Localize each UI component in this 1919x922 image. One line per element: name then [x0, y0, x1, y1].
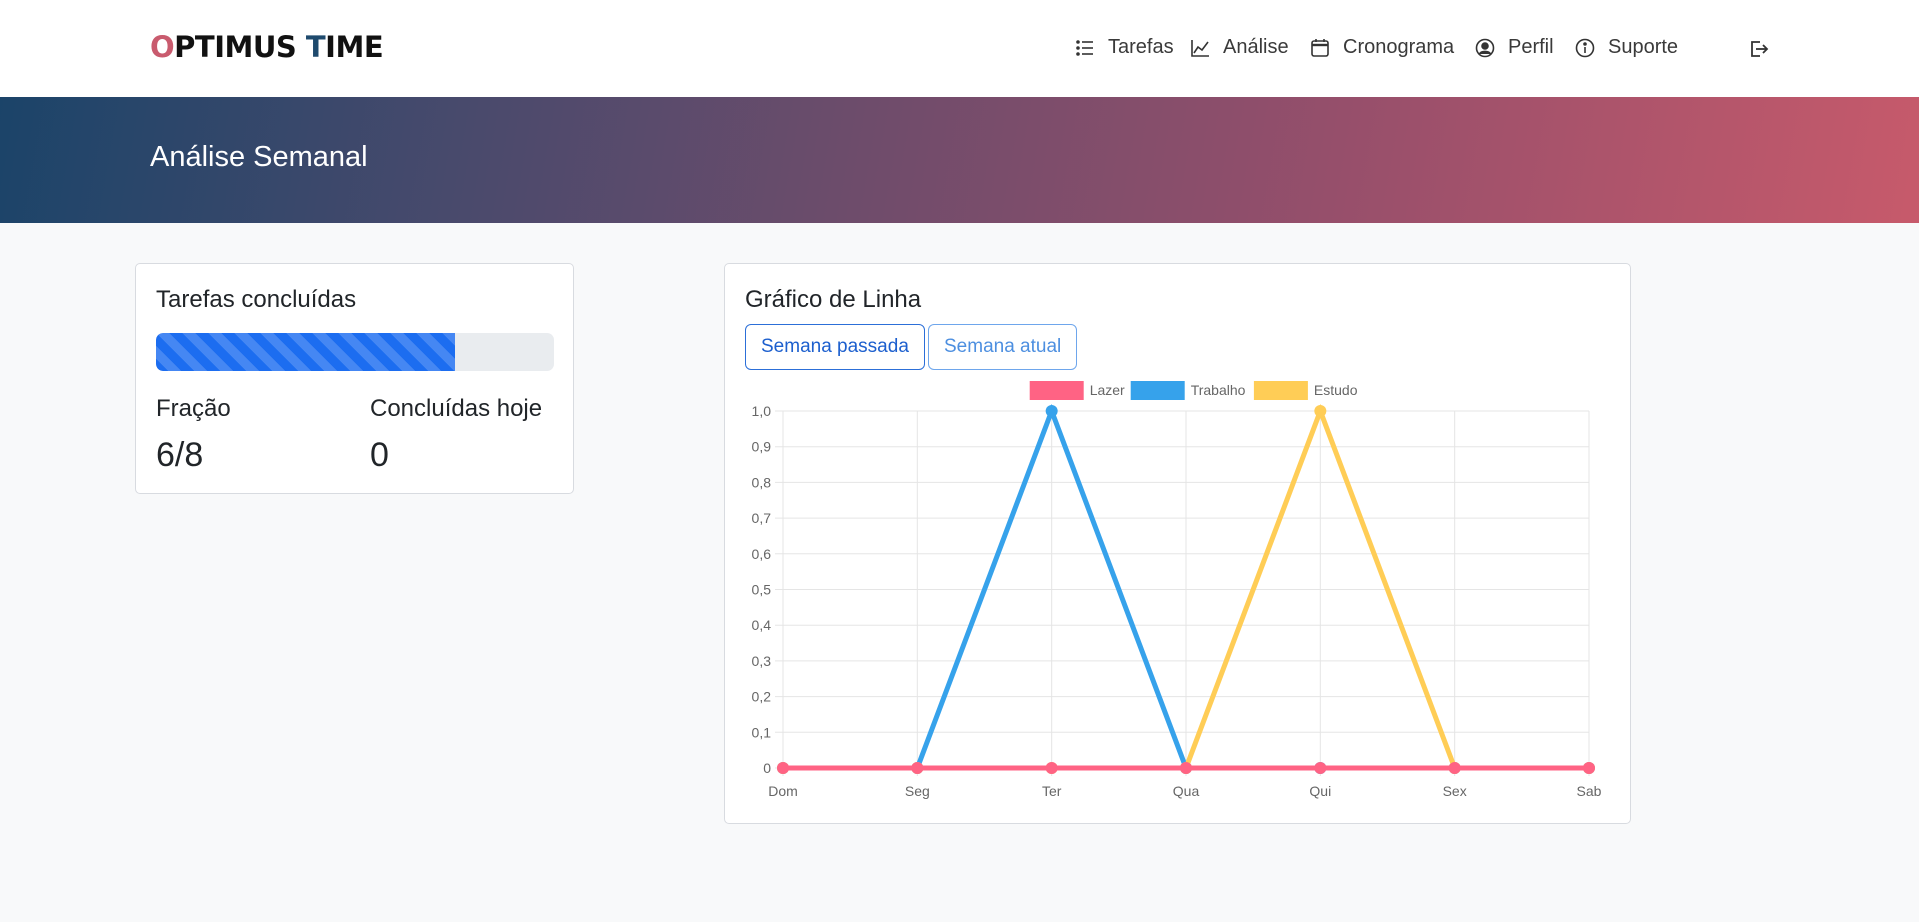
data-point-lazer	[1180, 762, 1192, 774]
y-tick-label: 0,8	[752, 474, 772, 490]
data-point-lazer	[777, 762, 789, 774]
data-point-lazer	[911, 762, 924, 774]
nav-label-perfil: Perfil	[1508, 36, 1554, 58]
completed-today-label: Concluídas hoje	[370, 395, 543, 422]
page-title: Análise Semanal	[150, 141, 368, 173]
hero-banner: Análise Semanal	[0, 97, 1919, 223]
progress-bar	[156, 333, 455, 371]
y-tick-label: 0,2	[752, 689, 772, 705]
graph-icon	[1191, 39, 1209, 57]
x-tick-label: Dom	[768, 783, 798, 799]
legend-label-trabalho: Trabalho	[1191, 382, 1246, 398]
x-tick-label: Ter	[1042, 783, 1062, 799]
fraction-value: 6/8	[156, 436, 204, 474]
y-tick-label: 0	[763, 760, 771, 776]
legend-label-estudo: Estudo	[1314, 382, 1358, 398]
y-tick-label: 0,9	[752, 439, 772, 455]
brand-text-ime: IME	[325, 30, 384, 64]
brand-letter-o: O	[150, 30, 175, 64]
completed-today-value: 0	[370, 436, 389, 474]
nav-item-perfil[interactable]: Perfil	[1475, 36, 1554, 59]
logout-icon[interactable]	[1748, 38, 1770, 60]
x-tick-label: Seg	[905, 783, 930, 799]
brand-text-optimus: PTIMUS	[174, 30, 306, 64]
data-point-estudo	[1314, 405, 1327, 417]
tasks-completed-card: Tarefas concluídas Fração 6/8 Concluídas…	[135, 263, 574, 494]
brand-letter-t: T	[305, 30, 326, 64]
y-tick-label: 0,4	[752, 617, 772, 633]
nav-item-tarefas[interactable]: Tarefas	[1075, 36, 1174, 59]
progress-track	[156, 333, 554, 371]
nav-label-analise: Análise	[1223, 36, 1289, 58]
nav-item-suporte[interactable]: Suporte	[1575, 36, 1678, 59]
data-point-lazer	[1314, 762, 1327, 774]
line-chart-card: Gráfico de Linha Semana passada Semana a…	[724, 263, 1631, 824]
legend-label-lazer: Lazer	[1090, 382, 1125, 398]
nav-item-cronograma[interactable]: Cronograma	[1310, 36, 1454, 59]
legend-swatch-estudo	[1253, 381, 1308, 400]
user-circle-icon	[1475, 38, 1495, 57]
data-point-lazer	[1583, 762, 1595, 774]
brand-logo[interactable]: OPTIMUS TIME	[150, 30, 384, 64]
info-icon	[1575, 38, 1595, 57]
legend-swatch-trabalho	[1130, 381, 1185, 400]
data-point-trabalho	[1045, 405, 1058, 417]
data-point-lazer	[1448, 762, 1461, 774]
y-tick-label: 0,1	[752, 724, 772, 740]
calendar-icon	[1311, 38, 1329, 57]
nav-label-suporte: Suporte	[1608, 36, 1679, 58]
nav-label-cronograma: Cronograma	[1343, 36, 1455, 58]
data-point-lazer	[1045, 762, 1058, 774]
legend-swatch-lazer	[1029, 381, 1084, 400]
fraction-label: Fração	[156, 395, 231, 422]
line-chart: 0 0,1 0,2 0,3 0,4 0,5 0,6 0,7 0,8 0,9 1,0 Dom Seg Ter…	[752, 381, 1602, 799]
nav-item-analise[interactable]: Análise	[1190, 36, 1289, 59]
list-icon	[1076, 39, 1093, 56]
navbar: OPTIMUS TIME Tarefas Análise Cronograma …	[0, 0, 1919, 97]
x-tick-label: Sab	[1577, 783, 1602, 799]
x-tick-label: Sex	[1443, 783, 1467, 799]
y-tick-label: 0,5	[752, 582, 772, 598]
y-tick-label: 0,3	[752, 653, 772, 669]
x-tick-label: Qua	[1173, 783, 1200, 799]
y-tick-label: 0,6	[752, 546, 772, 562]
nav-label-tarefas: Tarefas	[1108, 36, 1174, 58]
x-tick-label: Qui	[1309, 783, 1331, 799]
tasks-completed-title: Tarefas concluídas	[156, 286, 357, 313]
y-tick-label: 1,0	[752, 403, 772, 419]
y-tick-label: 0,7	[752, 510, 772, 526]
